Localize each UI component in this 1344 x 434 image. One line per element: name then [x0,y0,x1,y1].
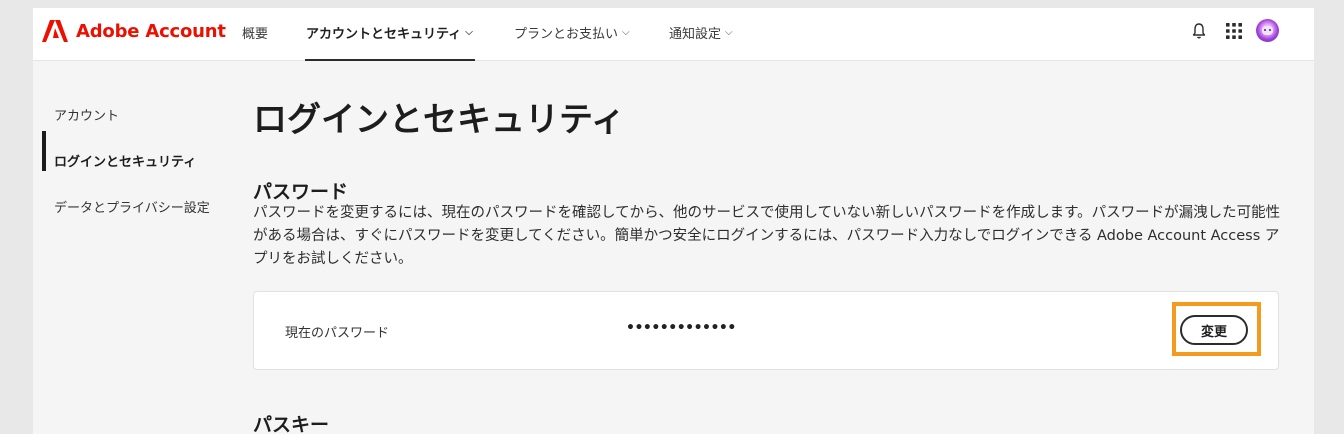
app-frame: Adobe Account 概要 アカウントとセキュリティ ⌵ プランとお支払い… [33,8,1314,434]
adobe-account-logo[interactable]: Adobe Account [42,20,226,42]
avatar-eye [1264,29,1266,31]
bell-icon[interactable] [1191,22,1207,40]
nav-account-security-label: アカウントとセキュリティ [306,27,462,42]
current-password-label: 現在のパスワード [285,326,390,341]
app-grid-icon[interactable] [1226,23,1242,39]
active-nav-indicator [305,59,475,61]
sidebar-active-indicator [42,131,46,171]
sidebar-item-data-privacy[interactable]: データとプライバシー設定 [54,197,210,216]
sidebar-item-login-security[interactable]: ログインとセキュリティ [54,151,196,170]
nav-plans-payment-label: プランとお支払い [514,27,619,42]
adobe-logo-icon [42,20,68,42]
sidebar: アカウント ログインとセキュリティ データとプライバシー設定 [33,61,233,434]
passkey-section-title: パスキー [253,414,330,434]
sidebar-item-account[interactable]: アカウント [54,105,119,124]
nav-overview-label: 概要 [242,27,269,42]
nav-overview[interactable]: 概要 [242,23,268,42]
top-navigation-bar: Adobe Account 概要 アカウントとセキュリティ ⌵ プランとお支払い… [33,8,1314,61]
chevron-down-icon: ⌵ [725,27,733,38]
avatar-eye [1269,29,1271,31]
current-password-value: ••••••••••••• [626,320,736,336]
chevron-down-icon: ⌵ [465,27,473,38]
password-section-title: パスワード [253,181,349,203]
chevron-down-icon: ⌵ [622,27,630,38]
change-password-button[interactable]: 変更 [1180,315,1248,345]
current-password-card: 現在のパスワード ••••••••••••• 変更 [253,291,1279,370]
brand-name: Adobe Account [76,20,226,42]
nav-notifications[interactable]: 通知設定 ⌵ [669,23,733,42]
avatar-face [1262,26,1273,35]
nav-account-security[interactable]: アカウントとセキュリティ ⌵ [306,23,473,42]
nav-plans-payment[interactable]: プランとお支払い ⌵ [514,23,630,42]
user-avatar[interactable] [1256,19,1279,42]
nav-notifications-label: 通知設定 [669,27,722,42]
password-description: パスワードを変更するには、現在のパスワードを確認してから、他のサービスで使用して… [253,205,1281,267]
page-title: ログインとセキュリティ [253,100,625,140]
